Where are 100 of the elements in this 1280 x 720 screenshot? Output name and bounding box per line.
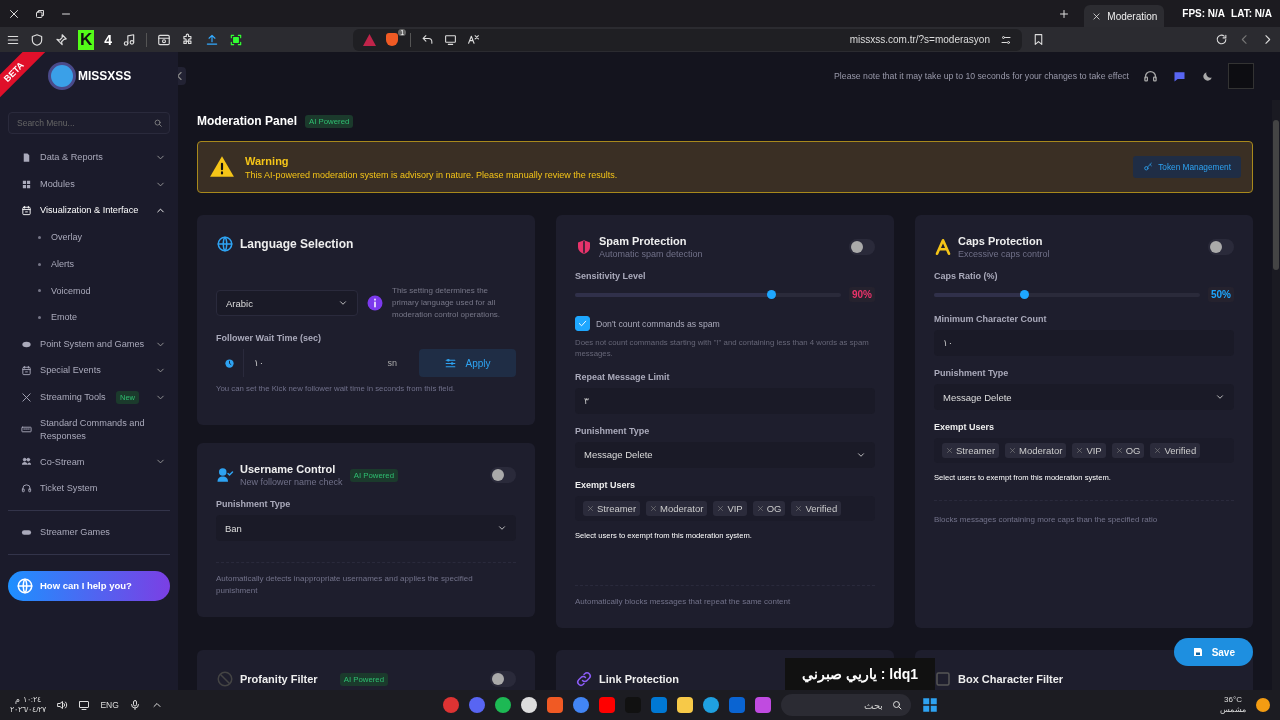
sidebar-subitem[interactable]: Voicemod (8, 277, 170, 305)
sidebar-item[interactable]: Special Events (8, 357, 170, 385)
user-tag[interactable]: OG (752, 500, 786, 516)
headset-icon[interactable] (1143, 68, 1158, 84)
number-field[interactable]: ١٠ (934, 330, 1234, 356)
tag-field[interactable]: Streamer Moderator VIP OG Verified (575, 495, 875, 521)
slider-track[interactable] (575, 292, 841, 297)
search-icon (891, 699, 904, 711)
number-field[interactable]: ٣ (575, 387, 875, 414)
microphone-icon[interactable] (128, 699, 141, 711)
card-title: Link Protection (599, 673, 680, 685)
field-label: Minimum Character Count (934, 314, 1048, 324)
reload-icon[interactable] (1215, 33, 1228, 46)
user-tag[interactable]: VIP (1072, 443, 1106, 458)
remove-icon (717, 504, 725, 512)
help-chat-button[interactable]: How can I help you? (8, 570, 170, 601)
language-select[interactable]: Arabic (216, 290, 358, 316)
sidebar-item[interactable]: Data & Reports (8, 144, 170, 171)
music-icon[interactable] (122, 32, 137, 47)
token-management-button[interactable]: Token Management (1133, 156, 1241, 178)
close-icon[interactable] (8, 7, 20, 20)
link-icon (575, 670, 593, 688)
triangle-icon[interactable] (363, 33, 377, 46)
sidebar-item[interactable]: Streamer Games (8, 519, 170, 546)
scrollbar[interactable] (1272, 100, 1280, 690)
dropdown[interactable]: Message Delete (934, 384, 1234, 410)
start-icon[interactable] (921, 696, 940, 714)
dropdown[interactable]: Ban (216, 515, 516, 541)
slider-thumb[interactable] (767, 289, 777, 299)
sidebar-subitem[interactable]: Overlay (8, 224, 170, 251)
globe-icon (16, 576, 34, 595)
capture-icon[interactable] (229, 32, 244, 47)
upload-icon[interactable] (205, 32, 220, 47)
slider-track[interactable] (934, 292, 1200, 297)
info-text: This setting determines the primary language used for all moderation control operations. (392, 285, 502, 321)
taskbar-clock[interactable]: ١٠:٢٤ م ٢٠٢٦/٠٤/٢٧ (10, 695, 47, 715)
browser-tab[interactable]: Moderation (1084, 5, 1165, 27)
wait-time-field[interactable]: ١٠ (243, 349, 380, 377)
save-icon (1191, 646, 1204, 658)
window-icon[interactable] (157, 32, 172, 47)
slider-thumb[interactable] (1019, 289, 1029, 299)
sidebar-item[interactable]: Ticket System (8, 475, 170, 502)
tools-icon (21, 392, 32, 404)
display-icon[interactable] (78, 699, 91, 711)
stream-chat-overlay: ldq1 : ياريي صبرني (785, 658, 935, 690)
user-tag[interactable]: Streamer (942, 443, 1000, 458)
slider-value: 50% (1208, 287, 1234, 302)
user-tag[interactable]: VIP (713, 500, 747, 516)
bookmark-icon[interactable] (1032, 33, 1045, 46)
undo-icon[interactable] (421, 33, 435, 46)
fps-readout: FPS: N/A (1182, 8, 1226, 19)
restore-icon[interactable] (34, 7, 46, 20)
translate-icon[interactable] (467, 33, 481, 46)
sidebar-item[interactable]: Visualization & Interface (8, 197, 170, 225)
card-title: Profanity Filter (240, 673, 318, 685)
cast-icon[interactable] (444, 33, 458, 46)
sliders-icon (444, 356, 458, 370)
latency-readout: LAT: N/A (1231, 8, 1272, 19)
dropdown[interactable]: Message Delete (575, 441, 875, 468)
card-title: Caps Protection (958, 235, 1043, 247)
user-tag[interactable]: Verified (1150, 443, 1201, 458)
checkbox[interactable] (575, 316, 590, 331)
speaker-icon[interactable] (56, 699, 69, 711)
toggle-switch[interactable] (849, 239, 875, 255)
user-tag[interactable]: Verified (791, 500, 842, 516)
extension-logo[interactable]: K (78, 29, 95, 50)
toggle-switch[interactable] (490, 671, 516, 687)
close-icon (1092, 11, 1102, 21)
taskbar-search-box[interactable]: بحث (781, 694, 912, 716)
user-tag[interactable]: OG (1111, 443, 1145, 458)
check-icon (577, 318, 588, 329)
brand-name: MISSXSS (78, 69, 132, 83)
card-subtitle: Automatic spam detection (599, 249, 703, 259)
toggle-switch[interactable] (1208, 239, 1234, 255)
warning-text: This AI-powered moderation system is advisory in nature. Please manually review the results. (245, 169, 619, 180)
ban-icon (216, 670, 234, 688)
tag-field[interactable]: Streamer Moderator VIP OG Verified (934, 438, 1234, 463)
field-label: Repeat Message Limit (575, 371, 671, 382)
user-check-icon (216, 466, 234, 484)
toggle-switch[interactable] (490, 467, 516, 483)
sidebar-item[interactable]: Standard Commands and Responses (8, 410, 170, 449)
extension-count: 4 (104, 31, 113, 48)
sidebar-item[interactable]: Co-Stream (8, 448, 170, 476)
user-tag[interactable]: Moderator (1005, 443, 1067, 458)
user-tag[interactable]: Streamer (583, 500, 641, 516)
square-icon (934, 670, 952, 688)
new-tab-icon[interactable] (1058, 7, 1071, 20)
taskbar-search-field[interactable]: بحث (789, 698, 886, 712)
sidebar-item[interactable]: Modules (8, 170, 170, 198)
sidebar-subitem[interactable]: Emote (8, 304, 170, 331)
sidebar-item[interactable]: Point System and Games (8, 330, 170, 358)
apply-button[interactable]: Apply (419, 349, 516, 377)
pin-icon[interactable] (54, 32, 68, 47)
search-field[interactable]: Search Menu... (15, 117, 153, 129)
user-tag[interactable]: Moderator (646, 500, 708, 516)
sidebar-subitem[interactable]: Alerts (8, 250, 170, 278)
language-indicator[interactable]: ENG (100, 700, 119, 710)
url-text[interactable]: missxss.com.tr/?s=moderasyon (849, 34, 990, 45)
tune-icon[interactable] (1000, 33, 1012, 46)
search-box[interactable]: Search Menu... (8, 112, 170, 134)
